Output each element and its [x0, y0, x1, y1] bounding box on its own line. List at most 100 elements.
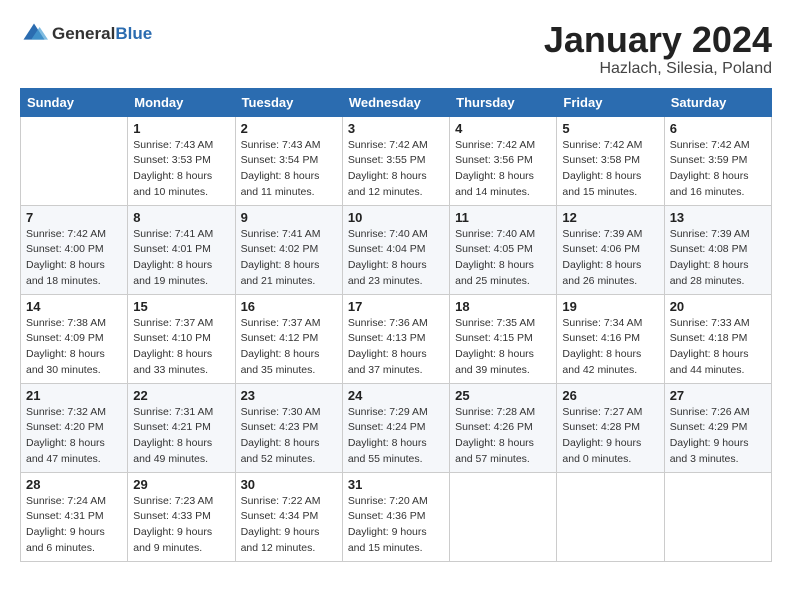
calendar-cell: 17Sunrise: 7:36 AMSunset: 4:13 PMDayligh…: [342, 294, 449, 383]
day-info: Sunrise: 7:27 AMSunset: 4:28 PMDaylight:…: [562, 405, 658, 468]
calendar-cell: 30Sunrise: 7:22 AMSunset: 4:34 PMDayligh…: [235, 472, 342, 561]
day-info: Sunrise: 7:24 AMSunset: 4:31 PMDaylight:…: [26, 494, 122, 557]
day-info: Sunrise: 7:42 AMSunset: 4:00 PMDaylight:…: [26, 227, 122, 290]
calendar-cell: 19 Sunrise: 7:34 AMSunset: 4:16 PMDayligh…: [557, 294, 664, 383]
day-number: 24: [348, 388, 444, 403]
calendar-cell: 7 Sunrise: 7:42 AMSunset: 4:00 PMDaylight…: [21, 205, 128, 294]
calendar-cell: 21Sunrise: 7:32 AMSunset: 4:20 PMDayligh…: [21, 383, 128, 472]
calendar-cell: 12 Sunrise: 7:39 AMSunset: 4:06 PMDayligh…: [557, 205, 664, 294]
calendar-title: January 2024: [544, 20, 772, 60]
day-info: Sunrise: 7:42 AMSunset: 3:59 PMDaylight:…: [670, 138, 766, 201]
calendar-week-row: 1 Sunrise: 7:43 AMSunset: 3:53 PMDaylight…: [21, 116, 772, 205]
day-number: 6: [670, 121, 766, 136]
day-number: 31: [348, 477, 444, 492]
day-info: Sunrise: 7:20 AMSunset: 4:36 PMDaylight:…: [348, 494, 444, 557]
day-number: 19: [562, 299, 658, 314]
calendar-body: 1 Sunrise: 7:43 AMSunset: 3:53 PMDaylight…: [21, 116, 772, 561]
calendar-cell: 27 Sunrise: 7:26 AMSunset: 4:29 PMDayligh…: [664, 383, 771, 472]
calendar-cell: 15Sunrise: 7:37 AMSunset: 4:10 PMDayligh…: [128, 294, 235, 383]
day-number: 26: [562, 388, 658, 403]
day-info: Sunrise: 7:37 AMSunset: 4:10 PMDaylight:…: [133, 316, 229, 379]
calendar-cell: 22 Sunrise: 7:31 AMSunset: 4:21 PMDayligh…: [128, 383, 235, 472]
day-info: Sunrise: 7:26 AMSunset: 4:29 PMDaylight:…: [670, 405, 766, 468]
day-number: 1: [133, 121, 229, 136]
weekday-header-friday: Friday: [557, 88, 664, 116]
calendar-cell: 3Sunrise: 7:42 AMSunset: 3:55 PMDaylight…: [342, 116, 449, 205]
calendar-cell: [557, 472, 664, 561]
day-info: Sunrise: 7:34 AMSunset: 4:16 PMDaylight:…: [562, 316, 658, 379]
day-info: Sunrise: 7:35 AMSunset: 4:15 PMDaylight:…: [455, 316, 551, 379]
logo-blue: Blue: [115, 24, 152, 43]
day-info: Sunrise: 7:31 AMSunset: 4:21 PMDaylight:…: [133, 405, 229, 468]
day-number: 21: [26, 388, 122, 403]
day-number: 10: [348, 210, 444, 225]
day-info: Sunrise: 7:41 AMSunset: 4:01 PMDaylight:…: [133, 227, 229, 290]
calendar-cell: 10 Sunrise: 7:40 AMSunset: 4:04 PMDayligh…: [342, 205, 449, 294]
calendar-cell: 9 Sunrise: 7:41 AMSunset: 4:02 PMDaylight…: [235, 205, 342, 294]
day-info: Sunrise: 7:28 AMSunset: 4:26 PMDaylight:…: [455, 405, 551, 468]
calendar-cell: 4 Sunrise: 7:42 AMSunset: 3:56 PMDaylight…: [450, 116, 557, 205]
day-info: Sunrise: 7:29 AMSunset: 4:24 PMDaylight:…: [348, 405, 444, 468]
day-number: 11: [455, 210, 551, 225]
day-info: Sunrise: 7:38 AMSunset: 4:09 PMDaylight:…: [26, 316, 122, 379]
calendar-cell: 24 Sunrise: 7:29 AMSunset: 4:24 PMDayligh…: [342, 383, 449, 472]
day-number: 4: [455, 121, 551, 136]
day-number: 17: [348, 299, 444, 314]
day-info: Sunrise: 7:39 AMSunset: 4:08 PMDaylight:…: [670, 227, 766, 290]
calendar-cell: 23Sunrise: 7:30 AMSunset: 4:23 PMDayligh…: [235, 383, 342, 472]
day-number: 28: [26, 477, 122, 492]
weekday-header-tuesday: Tuesday: [235, 88, 342, 116]
calendar-header-row: SundayMondayTuesdayWednesdayThursdayFrid…: [21, 88, 772, 116]
day-number: 7: [26, 210, 122, 225]
day-info: Sunrise: 7:33 AMSunset: 4:18 PMDaylight:…: [670, 316, 766, 379]
calendar-cell: 2 Sunrise: 7:43 AMSunset: 3:54 PMDaylight…: [235, 116, 342, 205]
logo: GeneralBlue: [20, 20, 152, 48]
calendar-subtitle: Hazlach, Silesia, Poland: [544, 60, 772, 78]
weekday-header-thursday: Thursday: [450, 88, 557, 116]
day-number: 20: [670, 299, 766, 314]
day-info: Sunrise: 7:39 AMSunset: 4:06 PMDaylight:…: [562, 227, 658, 290]
day-number: 27: [670, 388, 766, 403]
day-info: Sunrise: 7:42 AMSunset: 3:56 PMDaylight:…: [455, 138, 551, 201]
calendar-cell: 26 Sunrise: 7:27 AMSunset: 4:28 PMDayligh…: [557, 383, 664, 472]
calendar-cell: 29 Sunrise: 7:23 AMSunset: 4:33 PMDayligh…: [128, 472, 235, 561]
page-header: GeneralBlue January 2024 Hazlach, Silesi…: [20, 20, 772, 78]
day-info: Sunrise: 7:43 AMSunset: 3:53 PMDaylight:…: [133, 138, 229, 201]
calendar-cell: 14 Sunrise: 7:38 AMSunset: 4:09 PMDayligh…: [21, 294, 128, 383]
day-info: Sunrise: 7:30 AMSunset: 4:23 PMDaylight:…: [241, 405, 337, 468]
weekday-header-saturday: Saturday: [664, 88, 771, 116]
weekday-header-wednesday: Wednesday: [342, 88, 449, 116]
calendar-cell: 20 Sunrise: 7:33 AMSunset: 4:18 PMDayligh…: [664, 294, 771, 383]
day-info: Sunrise: 7:40 AMSunset: 4:04 PMDaylight:…: [348, 227, 444, 290]
weekday-header-sunday: Sunday: [21, 88, 128, 116]
day-number: 2: [241, 121, 337, 136]
day-info: Sunrise: 7:41 AMSunset: 4:02 PMDaylight:…: [241, 227, 337, 290]
calendar-cell: 6 Sunrise: 7:42 AMSunset: 3:59 PMDaylight…: [664, 116, 771, 205]
calendar-week-row: 21Sunrise: 7:32 AMSunset: 4:20 PMDayligh…: [21, 383, 772, 472]
day-number: 3: [348, 121, 444, 136]
calendar-cell: 5Sunrise: 7:42 AMSunset: 3:58 PMDaylight…: [557, 116, 664, 205]
day-number: 16: [241, 299, 337, 314]
calendar-cell: 11 Sunrise: 7:40 AMSunset: 4:05 PMDayligh…: [450, 205, 557, 294]
day-info: Sunrise: 7:22 AMSunset: 4:34 PMDaylight:…: [241, 494, 337, 557]
calendar-cell: 16Sunrise: 7:37 AMSunset: 4:12 PMDayligh…: [235, 294, 342, 383]
day-number: 9: [241, 210, 337, 225]
day-number: 12: [562, 210, 658, 225]
calendar-cell: 18 Sunrise: 7:35 AMSunset: 4:15 PMDayligh…: [450, 294, 557, 383]
day-number: 13: [670, 210, 766, 225]
day-info: Sunrise: 7:42 AMSunset: 3:58 PMDaylight:…: [562, 138, 658, 201]
day-number: 25: [455, 388, 551, 403]
day-info: Sunrise: 7:43 AMSunset: 3:54 PMDaylight:…: [241, 138, 337, 201]
day-number: 18: [455, 299, 551, 314]
day-number: 22: [133, 388, 229, 403]
calendar-cell: 28 Sunrise: 7:24 AMSunset: 4:31 PMDayligh…: [21, 472, 128, 561]
calendar-cell: [450, 472, 557, 561]
day-info: Sunrise: 7:40 AMSunset: 4:05 PMDaylight:…: [455, 227, 551, 290]
calendar-week-row: 7 Sunrise: 7:42 AMSunset: 4:00 PMDaylight…: [21, 205, 772, 294]
day-number: 14: [26, 299, 122, 314]
day-info: Sunrise: 7:23 AMSunset: 4:33 PMDaylight:…: [133, 494, 229, 557]
calendar-cell: 13 Sunrise: 7:39 AMSunset: 4:08 PMDayligh…: [664, 205, 771, 294]
logo-text: GeneralBlue: [52, 24, 152, 44]
day-number: 29: [133, 477, 229, 492]
calendar-cell: 25 Sunrise: 7:28 AMSunset: 4:26 PMDayligh…: [450, 383, 557, 472]
